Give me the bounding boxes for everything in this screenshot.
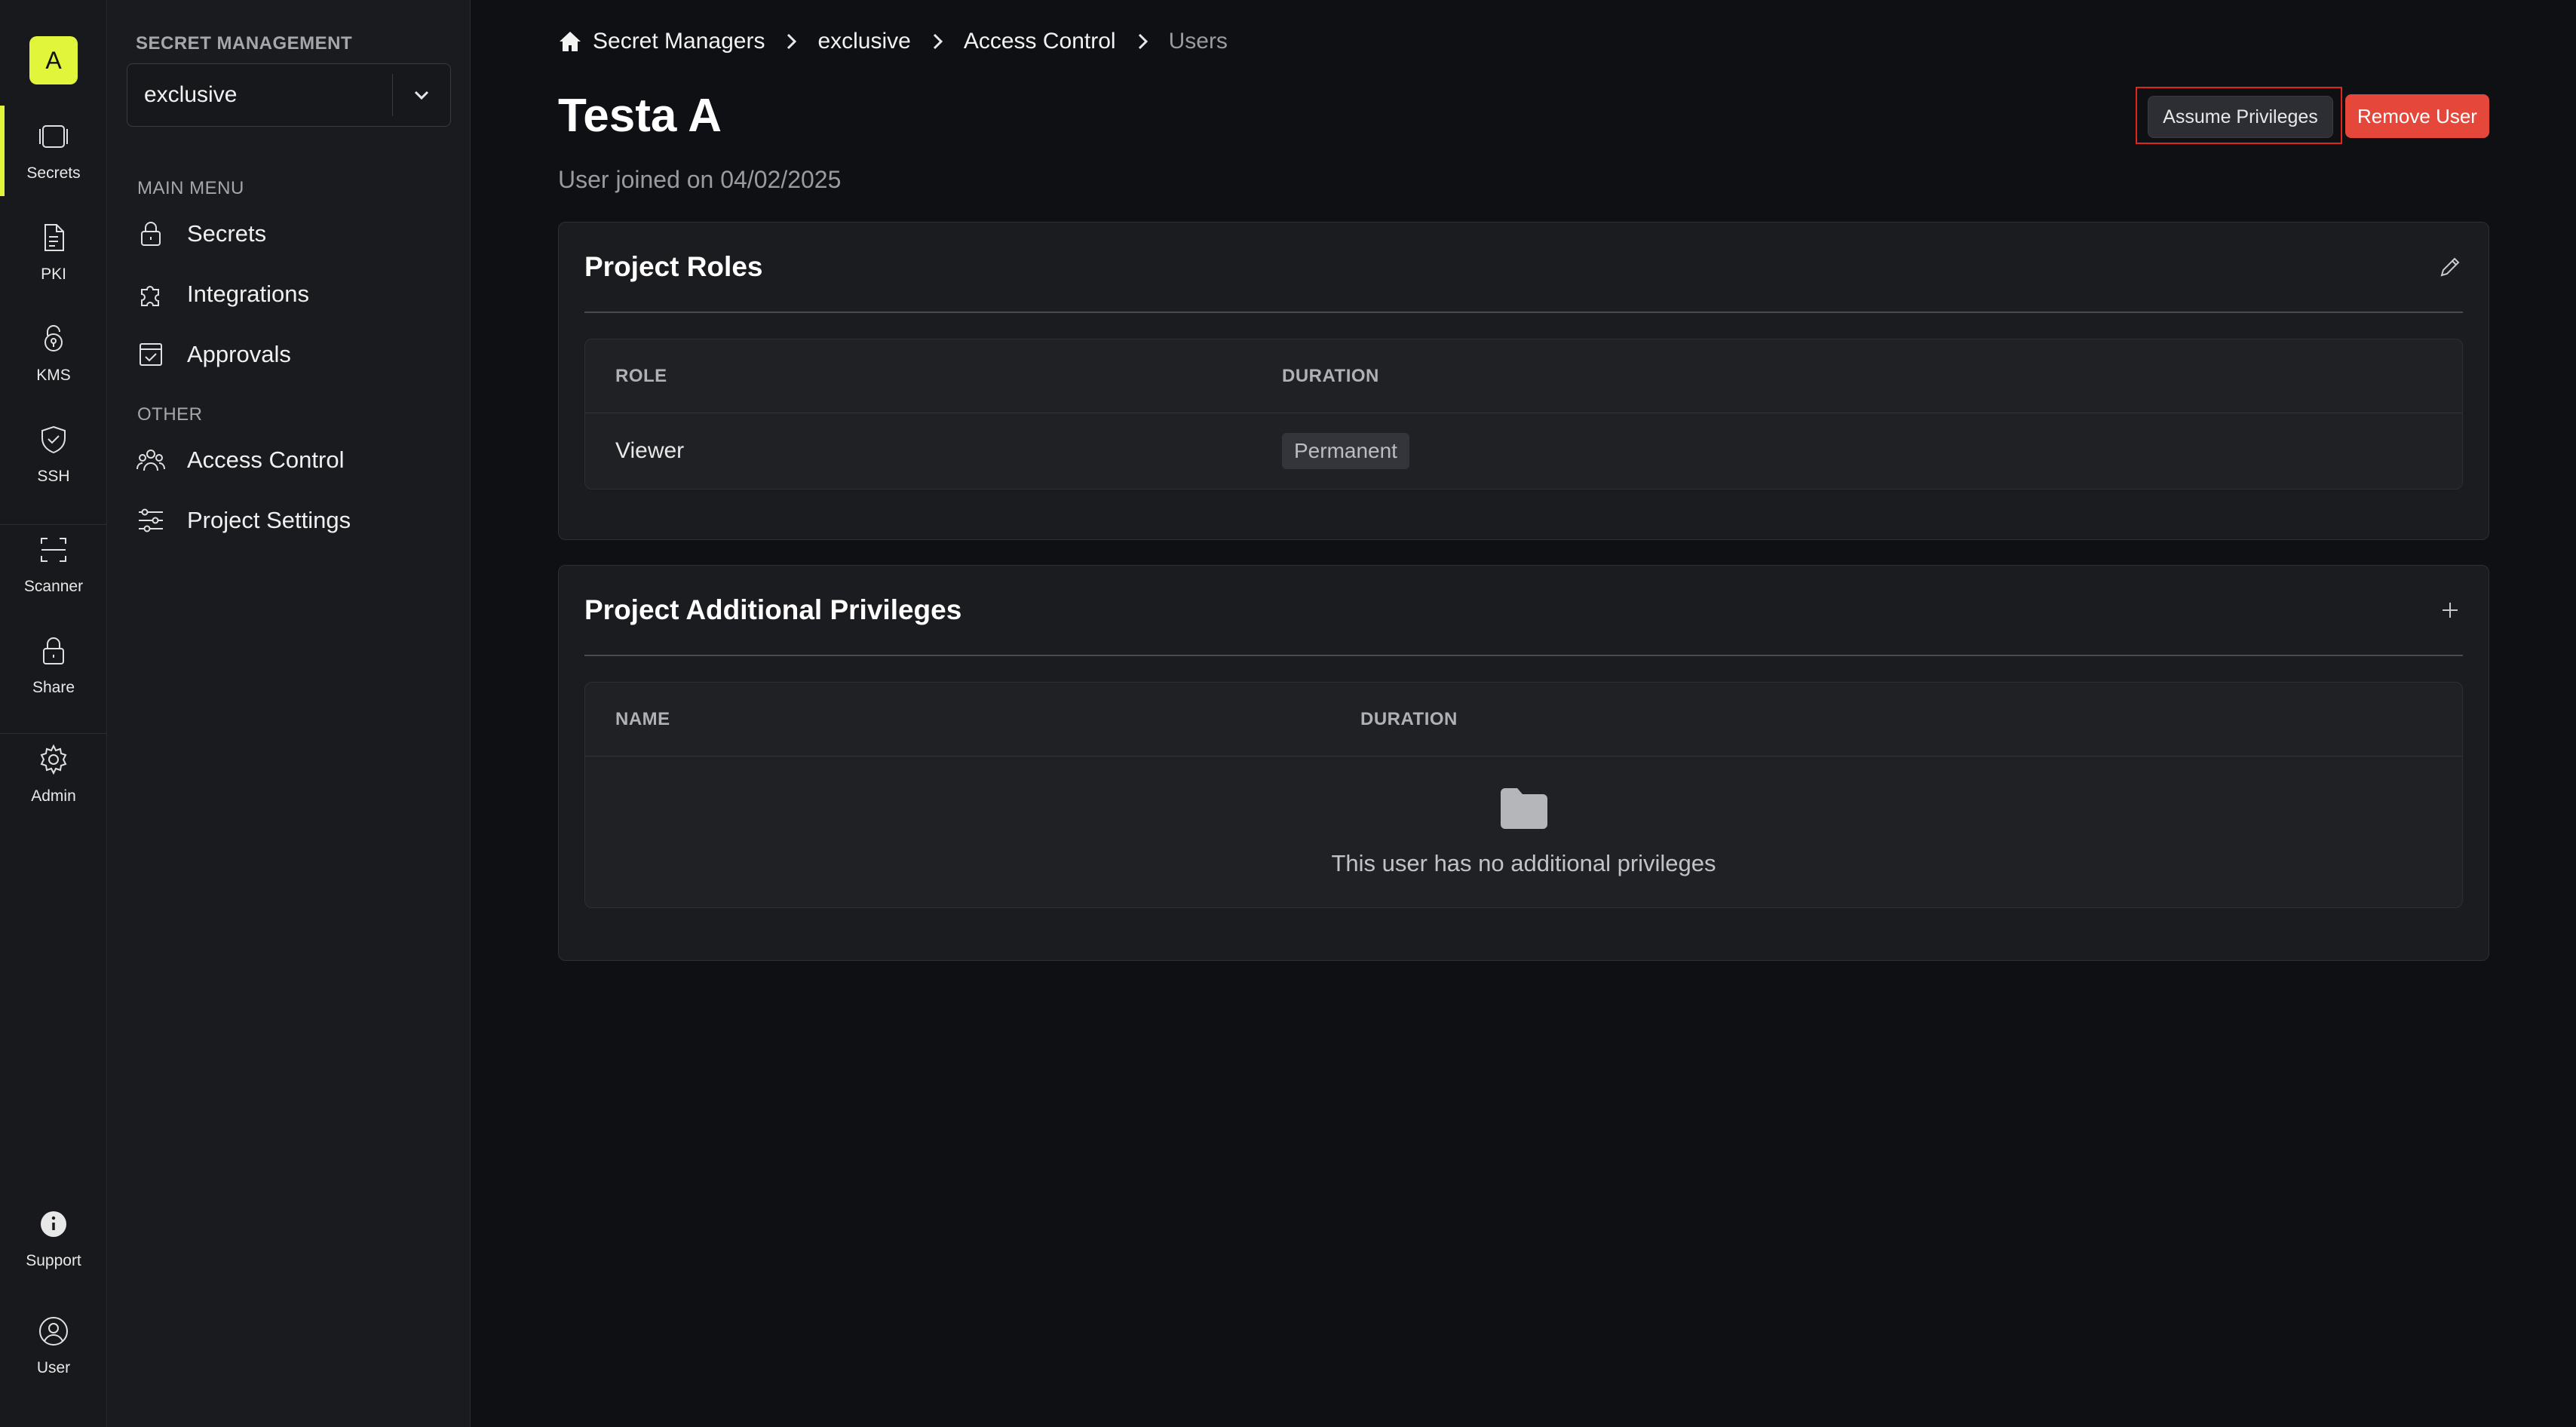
org-avatar[interactable]: A <box>29 36 78 84</box>
project-privileges-title: Project Additional Privileges <box>584 594 962 625</box>
rail-item-kms[interactable]: KMS <box>0 308 107 398</box>
other-heading: OTHER <box>137 404 203 425</box>
project-roles-card: Project Roles ROLE DURATION Viewer Perma… <box>558 222 2489 540</box>
user-circle-icon <box>39 1317 68 1346</box>
project-roles-header: Project Roles <box>584 222 2463 313</box>
sidebar-item-integrations[interactable]: Integrations <box>136 272 445 317</box>
table-row: Viewer Permanent <box>585 413 2462 489</box>
rail-item-user[interactable]: User <box>0 1300 107 1391</box>
sidebar-item-label: Approvals <box>187 341 291 367</box>
sidebar-item-approvals[interactable]: Approvals <box>136 332 445 377</box>
chevron-right-icon <box>765 32 817 51</box>
project-roles-table: ROLE DURATION Viewer Permanent <box>584 339 2463 489</box>
assume-privileges-button[interactable]: Assume Privileges <box>2148 96 2333 138</box>
table-header: NAME DURATION <box>585 683 2462 756</box>
empty-state-message: This user has no additional privileges <box>1331 850 1716 876</box>
sliders-icon <box>139 508 163 532</box>
breadcrumb-project[interactable]: exclusive <box>817 29 910 54</box>
page-title: Testa A <box>558 90 722 142</box>
users-icon <box>136 450 165 471</box>
chevron-right-icon <box>1116 32 1169 51</box>
chevron-down-icon[interactable] <box>393 84 450 106</box>
project-privileges-card: Project Additional Privileges NAME DURAT… <box>558 565 2489 961</box>
rail-item-label: Admin <box>31 787 76 805</box>
column-header-duration: DURATION <box>1282 365 1379 386</box>
sidebar-item-label: Access Control <box>187 447 345 473</box>
project-roles-title: Project Roles <box>584 251 763 282</box>
project-privileges-table: NAME DURATION This user has no additiona… <box>584 682 2463 908</box>
column-header-name: NAME <box>615 708 670 729</box>
user-joined-date: User joined on 04/02/2025 <box>558 166 842 193</box>
rail-item-label: PKI <box>41 265 66 283</box>
breadcrumb-secret-managers[interactable]: Secret Managers <box>593 29 765 54</box>
home-icon[interactable] <box>558 29 593 54</box>
project-sidebar: SECRET MANAGEMENT exclusive MAIN MENU Se… <box>107 0 471 1427</box>
duration-badge: Permanent <box>1282 433 1409 469</box>
sidebar-item-label: Secrets <box>187 220 267 247</box>
project-select-value: exclusive <box>144 82 238 107</box>
rail-item-scanner[interactable]: Scanner <box>0 519 107 609</box>
sidebar-item-secrets[interactable]: Secrets <box>136 211 445 256</box>
rail-item-label: Secrets <box>26 164 81 182</box>
sidebar-item-access-control[interactable]: Access Control <box>136 437 445 483</box>
table-header: ROLE DURATION <box>585 339 2462 413</box>
rail-item-label: User <box>36 1359 71 1376</box>
empty-state: This user has no additional privileges <box>585 756 2462 907</box>
breadcrumb: Secret Managers exclusive Access Control… <box>558 26 1228 57</box>
vault-icon <box>39 125 68 148</box>
rail-item-label: Support <box>26 1252 81 1269</box>
sidebar-title: SECRET MANAGEMENT <box>136 33 353 54</box>
rail-item-admin[interactable]: Admin <box>0 729 107 819</box>
project-privileges-header: Project Additional Privileges <box>584 566 2463 656</box>
assume-privileges-highlight: Assume Privileges <box>2136 87 2342 144</box>
icon-rail: A Secrets PKI KMS SSH Scanner Share Admi… <box>0 0 107 1427</box>
folder-icon <box>1500 788 1547 829</box>
plus-icon[interactable] <box>2437 597 2463 623</box>
info-icon <box>41 1211 66 1237</box>
sidebar-item-label: Integrations <box>187 281 309 307</box>
main-menu-heading: MAIN MENU <box>137 178 244 198</box>
rail-item-label: KMS <box>36 367 71 384</box>
document-icon <box>44 224 64 251</box>
project-select[interactable]: exclusive <box>127 63 451 127</box>
puzzle-icon <box>141 286 159 306</box>
rail-item-secrets[interactable]: Secrets <box>0 106 107 196</box>
sidebar-item-project-settings[interactable]: Project Settings <box>136 498 445 543</box>
role-name: Viewer <box>615 438 685 463</box>
chevron-right-icon <box>911 32 964 51</box>
shield-check-icon <box>41 425 66 454</box>
sidebar-item-label: Project Settings <box>187 507 351 533</box>
column-header-duration: DURATION <box>1360 708 1458 729</box>
remove-user-button[interactable]: Remove User <box>2345 94 2489 138</box>
gear-icon <box>40 744 67 775</box>
key-lock-icon <box>44 325 63 351</box>
column-header-role: ROLE <box>615 365 667 386</box>
breadcrumb-users: Users <box>1168 29 1228 54</box>
checkbox-icon <box>140 343 162 366</box>
rail-item-support[interactable]: Support <box>0 1193 107 1284</box>
rail-item-label: Share <box>32 679 75 696</box>
breadcrumb-access-control[interactable]: Access Control <box>964 29 1116 54</box>
lock-icon <box>43 637 64 664</box>
scan-icon <box>41 538 66 562</box>
rail-item-label: Scanner <box>23 578 84 595</box>
rail-item-share[interactable]: Share <box>0 620 107 710</box>
lock-icon <box>141 222 161 246</box>
pencil-icon[interactable] <box>2437 254 2463 280</box>
rail-item-pki[interactable]: PKI <box>0 207 107 297</box>
rail-item-label: SSH <box>37 468 70 485</box>
rail-item-ssh[interactable]: SSH <box>0 409 107 499</box>
